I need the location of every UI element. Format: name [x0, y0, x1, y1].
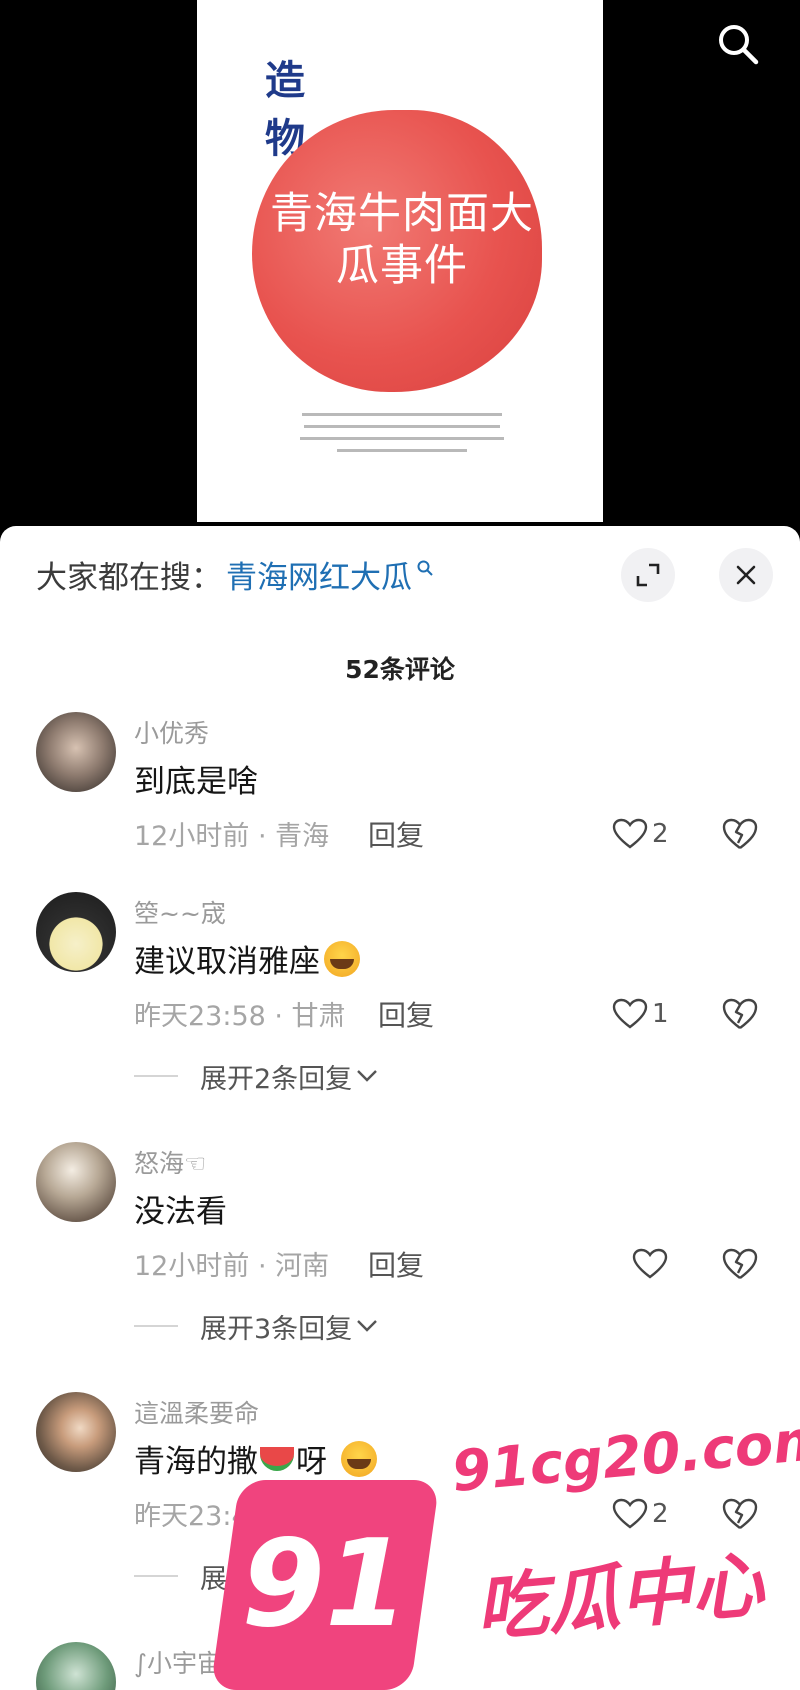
broken-heart-icon[interactable] — [721, 996, 759, 1032]
chevron-down-icon — [357, 1070, 378, 1082]
site-watermark: 91 91cg20.com 吃瓜中心 — [210, 1400, 800, 1690]
like-button[interactable]: 2 — [612, 816, 669, 852]
comment-username[interactable]: 怒海☜ — [134, 1144, 206, 1180]
expand-replies-button[interactable]: 展开2条回复 — [134, 1060, 378, 1095]
comments-count: 52条评论 — [345, 655, 455, 684]
like-button[interactable]: 1 — [612, 996, 669, 1032]
hot-search-bar[interactable]: 大家都在搜： 青海网红大瓜 — [36, 552, 434, 597]
divider — [134, 1325, 178, 1327]
broken-heart-icon[interactable] — [721, 816, 759, 852]
hot-search-keyword[interactable]: 青海网红大瓜 — [226, 552, 412, 597]
comment-item: 小优秀 到底是啥 12小时前 · 青海 回复 2 — [0, 712, 800, 882]
watermark-logo-number: 91 — [241, 1515, 409, 1654]
comment-meta: 昨天23:58 · 甘肃 — [134, 1001, 346, 1032]
watermark-url: 91cg20.com — [449, 1407, 800, 1505]
avatar[interactable] — [36, 1392, 116, 1472]
comment-username[interactable]: 箜~~宬 — [134, 894, 226, 930]
expand-replies-label: 展开3条回复 — [200, 1313, 353, 1345]
hot-search-label: 大家都在搜： — [36, 559, 222, 596]
comment-username-text: 怒海 — [134, 1149, 185, 1178]
heart-icon — [612, 818, 648, 849]
cover-small-text — [297, 413, 507, 461]
comment-text: 到底是啥 — [134, 764, 258, 800]
reply-button[interactable]: 回复 — [368, 1244, 424, 1284]
avatar[interactable] — [36, 1142, 116, 1222]
close-icon — [736, 565, 756, 585]
video-player[interactable]: 造物 青海牛肉面大瓜事件 — [0, 0, 800, 530]
search-icon — [417, 560, 433, 576]
expand-icon — [636, 563, 660, 587]
divider — [134, 1575, 178, 1577]
comment-text-content: 建议取消雅座 — [134, 944, 320, 980]
comment-item: 怒海☜ 没法看 12小时前 · 河南 回复 展开3条回复 — [0, 1142, 800, 1362]
expand-replies-button[interactable]: 展开3条回复 — [134, 1310, 378, 1345]
comment-meta: 12小时前 · 青海 — [134, 821, 330, 852]
pointing-hand-icon: ☜ — [184, 1149, 207, 1178]
comment-text: 没法看 — [134, 1194, 227, 1230]
search-icon[interactable] — [714, 20, 762, 68]
heart-icon — [612, 998, 648, 1029]
expand-replies-label: 展开2条回复 — [200, 1063, 353, 1095]
avatar[interactable] — [36, 1642, 116, 1690]
like-count: 1 — [652, 999, 669, 1029]
watermark-name: 吃瓜中心 — [472, 1542, 767, 1652]
comment-username[interactable]: 小优秀 — [134, 714, 209, 750]
like-count: 2 — [652, 819, 669, 849]
broken-heart-icon[interactable] — [721, 1246, 759, 1282]
cover-main-title: 青海牛肉面大瓜事件 — [270, 189, 534, 291]
laughing-tears-emoji — [324, 940, 360, 977]
comment-item: 箜~~宬 建议取消雅座 昨天23:58 · 甘肃 回复 1 展开2条回复 — [0, 892, 800, 1112]
like-button[interactable] — [632, 1246, 672, 1282]
close-button[interactable] — [719, 548, 773, 602]
avatar[interactable] — [36, 892, 116, 972]
avatar[interactable] — [36, 712, 116, 792]
comment-meta: 12小时前 · 河南 — [134, 1251, 330, 1282]
heart-icon — [632, 1248, 668, 1279]
divider — [134, 1075, 178, 1077]
comment-text: 建议取消雅座 — [134, 936, 360, 981]
expand-button[interactable] — [621, 548, 675, 602]
video-cover: 造物 青海牛肉面大瓜事件 — [197, 0, 603, 522]
chevron-down-icon — [357, 1320, 378, 1332]
reply-button[interactable]: 回复 — [368, 814, 424, 854]
reply-button[interactable]: 回复 — [378, 994, 434, 1034]
